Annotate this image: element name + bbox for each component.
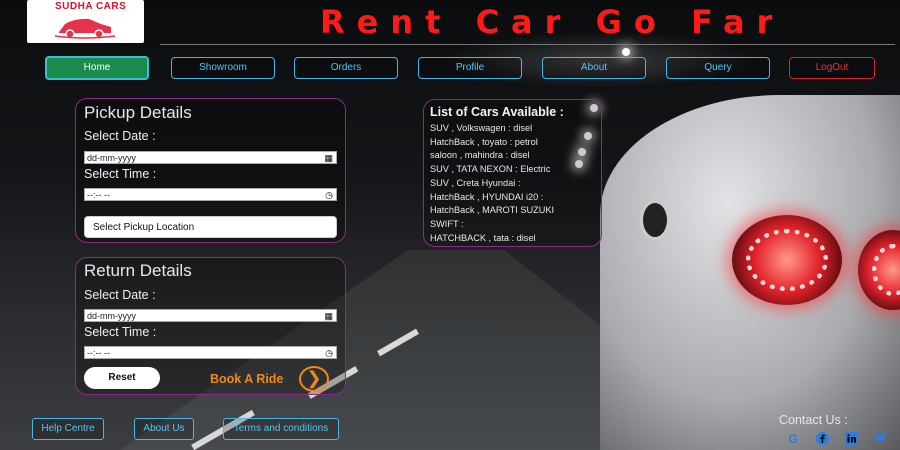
- linkedin-icon[interactable]: [844, 432, 858, 446]
- list-item: HatchBack , HYUNDAI i20 :: [430, 191, 544, 202]
- return-date-input[interactable]: dd-mm-yyyy ▦: [84, 309, 337, 322]
- calendar-icon[interactable]: ▦: [324, 310, 333, 323]
- pickup-title: Pickup Details: [84, 103, 192, 122]
- list-item: HatchBack , MAROTI SUZUKI: [430, 205, 555, 216]
- car-mirror: [640, 200, 670, 240]
- twitter-icon[interactable]: [873, 432, 887, 446]
- list-item: HatchBack , toyato : petrol: [430, 136, 538, 147]
- nav-query-button[interactable]: Query: [666, 57, 770, 79]
- about-us-link[interactable]: About Us: [134, 418, 194, 440]
- google-icon[interactable]: G: [786, 432, 800, 446]
- return-time-value: --:-- --: [87, 348, 110, 358]
- nav-home-button[interactable]: Home: [45, 56, 149, 80]
- pickup-date-value: dd-mm-yyyy: [87, 153, 136, 163]
- facebook-icon[interactable]: [815, 432, 829, 446]
- clock-icon[interactable]: ◷: [325, 347, 333, 360]
- list-item: SWIFT :: [430, 218, 464, 229]
- return-time-input[interactable]: --:-- -- ◷: [84, 346, 337, 359]
- pickup-time-label: Select Time :: [84, 167, 157, 181]
- list-item: SUV , Creta Hyundai :: [430, 177, 521, 188]
- list-item: SUV , TATA NEXON : Electric: [430, 164, 551, 175]
- return-time-label: Select Time :: [84, 325, 157, 339]
- logo-car-icon: [55, 18, 115, 39]
- contact-us-label: Contact Us :: [779, 413, 848, 427]
- header-divider: [160, 44, 895, 45]
- list-item: HATCHBACK , tata : disel: [430, 232, 536, 243]
- nav-orders-button[interactable]: Orders: [294, 57, 398, 79]
- calendar-icon[interactable]: ▦: [324, 152, 333, 165]
- pickup-time-input[interactable]: --:-- -- ◷: [84, 188, 337, 201]
- nav-about-button[interactable]: About: [542, 57, 646, 79]
- nav-logout-button[interactable]: LogOut: [789, 57, 875, 79]
- site-title: Rent Car Go Far: [320, 3, 785, 41]
- cars-list: SUV , Volkswagen : disel HatchBack , toy…: [430, 122, 554, 245]
- help-centre-link[interactable]: Help Centre: [32, 418, 104, 440]
- chevron-right-icon[interactable]: ❯: [299, 366, 329, 392]
- book-a-ride-label[interactable]: Book A Ride: [210, 372, 283, 386]
- terms-and-conditions-link[interactable]: Terms and conditions: [223, 418, 339, 440]
- streetlight: [622, 48, 630, 56]
- list-item: SUV , Volkswagen : disel: [430, 123, 533, 133]
- nav-showroom-button[interactable]: Showroom: [171, 57, 275, 79]
- clock-icon[interactable]: ◷: [325, 189, 333, 202]
- return-date-value: dd-mm-yyyy: [87, 311, 136, 321]
- car-taillight: [732, 215, 842, 305]
- site-logo[interactable]: SUDHA CARS: [27, 0, 144, 43]
- logo-text: SUDHA CARS: [55, 1, 127, 12]
- return-title: Return Details: [84, 261, 192, 280]
- cars-list-title: List of Cars Available :: [430, 105, 564, 119]
- pickup-time-value: --:-- --: [87, 190, 110, 200]
- return-date-label: Select Date :: [84, 288, 156, 302]
- nav-profile-button[interactable]: Profile: [418, 57, 522, 79]
- list-item: saloon , mahindra : disel: [430, 150, 530, 161]
- select-pickup-location-button[interactable]: Select Pickup Location: [84, 216, 337, 238]
- reset-button[interactable]: Reset: [84, 367, 160, 389]
- pickup-date-input[interactable]: dd-mm-yyyy ▦: [84, 151, 337, 164]
- pickup-date-label: Select Date :: [84, 129, 156, 143]
